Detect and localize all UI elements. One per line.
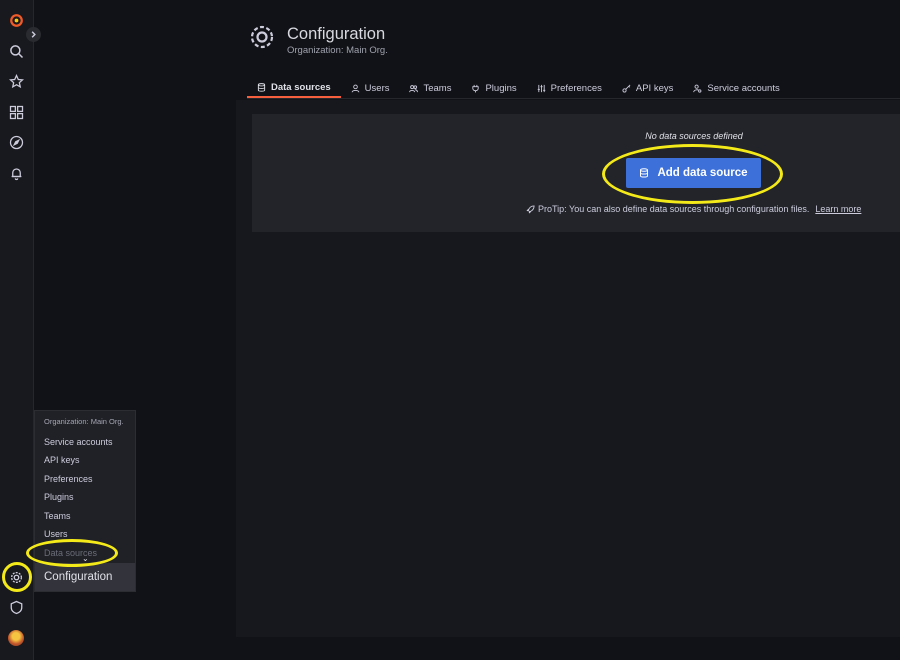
tab-label: Teams	[423, 82, 452, 94]
tab-label: Users	[364, 82, 390, 94]
tab-data-sources[interactable]: Data sources	[247, 78, 341, 98]
tab-plugins[interactable]: Plugins	[461, 78, 526, 98]
tab-label: API keys	[635, 82, 674, 94]
tab-users[interactable]: Users	[341, 78, 400, 98]
shield-icon[interactable]	[6, 597, 26, 617]
empty-state-title: No data sources defined	[645, 131, 743, 141]
highlight-oval-data-sources	[26, 539, 118, 567]
highlight-oval-gear	[2, 562, 32, 592]
rocket-icon	[526, 204, 535, 213]
dashboards-grid-icon[interactable]	[6, 102, 26, 122]
tab-service-accounts[interactable]: Service accounts	[683, 78, 789, 98]
expand-sidebar-button[interactable]	[26, 27, 41, 42]
menu-item-api-keys[interactable]: API keys	[44, 455, 80, 465]
tab-api-keys[interactable]: API keys	[612, 78, 684, 98]
compass-icon[interactable]	[6, 132, 26, 152]
plug-icon	[472, 84, 480, 93]
menu-item-service-accounts[interactable]: Service accounts	[44, 437, 113, 447]
tab-label: Data sources	[271, 81, 331, 93]
grafana-logo-icon[interactable]	[6, 10, 26, 30]
sliders-icon	[537, 84, 545, 92]
key-icon	[622, 84, 631, 93]
tab-label: Plugins	[485, 82, 517, 94]
user-icon	[351, 84, 359, 92]
flyout-header: Organization: Main Org.	[44, 417, 124, 426]
menu-item-plugins[interactable]: Plugins	[44, 492, 74, 502]
protip: ProTip: You can also define data sources…	[526, 204, 861, 214]
tab-teams[interactable]: Teams	[399, 78, 461, 98]
configuration-gear-icon	[247, 22, 277, 52]
tab-preferences[interactable]: Preferences	[527, 78, 612, 98]
star-icon[interactable]	[6, 71, 26, 91]
user-cog-icon	[693, 84, 702, 93]
menu-item-preferences[interactable]: Preferences	[44, 474, 93, 484]
users-icon	[409, 84, 419, 92]
avatar[interactable]	[8, 630, 24, 646]
tab-label: Preferences	[550, 82, 602, 94]
menu-item-users[interactable]: Users	[44, 529, 68, 539]
protip-text: ProTip: You can also define data sources…	[538, 204, 810, 214]
tabs-divider	[247, 98, 900, 99]
bell-icon[interactable]	[6, 163, 26, 183]
flyout-title[interactable]: Configuration	[35, 563, 135, 591]
highlight-oval-add-button	[602, 144, 783, 204]
tab-bar: Data sources Users Teams Plugins Prefere…	[247, 78, 790, 98]
empty-state-panel: No data sources defined Add data source …	[252, 114, 900, 232]
tab-label: Service accounts	[707, 82, 780, 94]
page-subtitle: Organization: Main Org.	[287, 45, 388, 56]
learn-more-link[interactable]: Learn more	[815, 204, 861, 214]
menu-item-teams[interactable]: Teams	[44, 511, 71, 521]
page-title: Configuration	[287, 25, 386, 43]
sidebar	[0, 0, 34, 660]
database-icon	[257, 82, 266, 92]
search-icon[interactable]	[6, 41, 26, 61]
